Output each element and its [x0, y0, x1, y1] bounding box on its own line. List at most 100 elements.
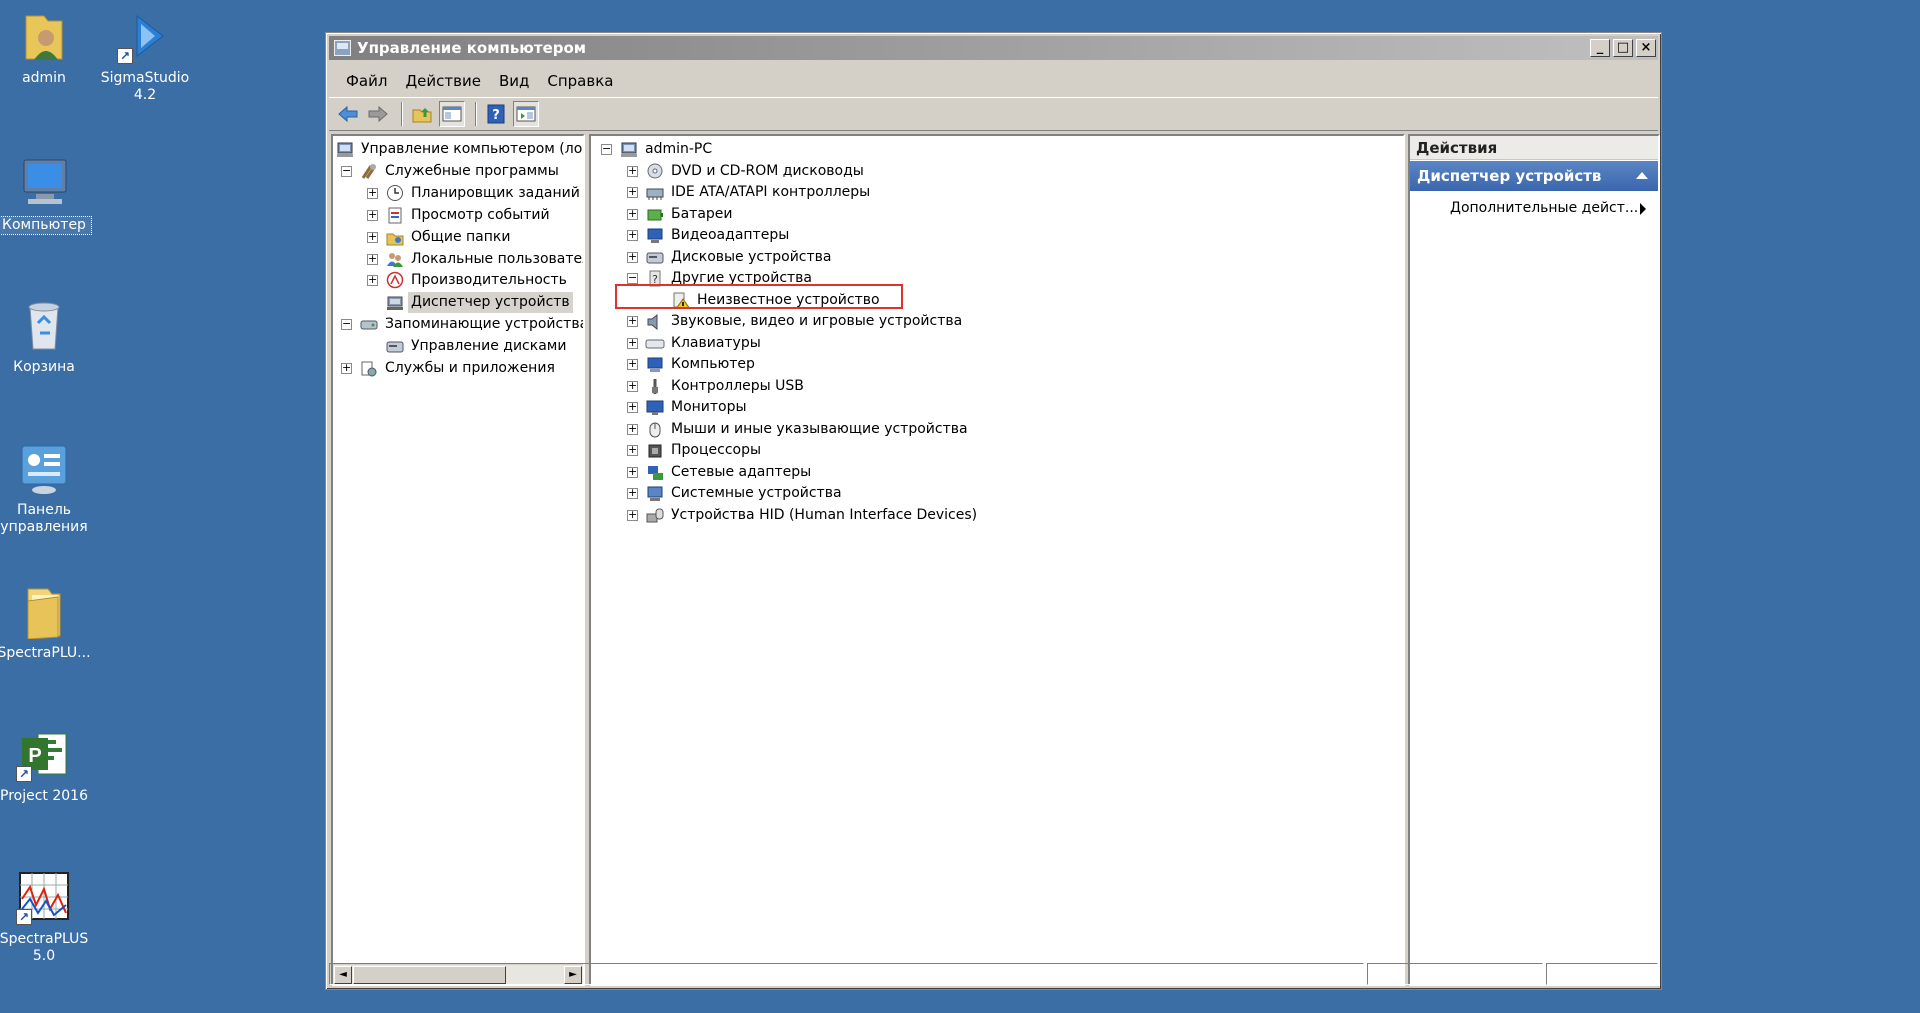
up-folder-icon: [412, 108, 432, 123]
user-folder-icon: [16, 8, 72, 64]
menu-file[interactable]: Файл: [337, 72, 396, 90]
svg-text:P: P: [28, 745, 41, 767]
actions-section-device-manager[interactable]: Диспетчер устройств: [1410, 161, 1658, 191]
device-label: Видеоадаптеры: [671, 227, 790, 243]
hid-icon: [645, 506, 665, 524]
show-hide-tree-icon: [442, 106, 462, 122]
device-label: Дисковые устройства: [671, 248, 832, 265]
actions-pane: Действия Диспетчер устройств Дополнитель…: [1408, 134, 1660, 986]
desktop-icon-computer[interactable]: Компьютер: [0, 154, 92, 235]
expand-icon[interactable]: +: [367, 253, 378, 265]
collapse-icon[interactable]: −: [601, 143, 612, 155]
desktop-icon-spectraplus-folder[interactable]: SpectraPLU...: [0, 583, 92, 662]
sound-icon: [645, 312, 665, 331]
system-icon: [645, 484, 665, 502]
expand-icon[interactable]: +: [367, 209, 378, 221]
desktop-icon-label: Корзина: [13, 359, 75, 375]
collapse-icon[interactable]: −: [341, 318, 352, 331]
minimize-button[interactable]: _: [1590, 39, 1610, 57]
unknown-icon: ?: [645, 269, 665, 287]
submenu-arrow-icon[interactable]: [1640, 203, 1646, 215]
more-actions-link[interactable]: Дополнительные дейст...: [1450, 198, 1638, 218]
desktop-icon-recycle-bin[interactable]: Корзина: [0, 297, 92, 376]
expand-icon[interactable]: +: [627, 229, 638, 241]
show-hide-action-pane-icon: [516, 106, 536, 122]
maximize-button[interactable]: □: [1613, 39, 1633, 57]
desktop-icon-project-2016[interactable]: P ↗ Project 2016: [0, 726, 92, 805]
collapse-icon[interactable]: −: [341, 165, 352, 177]
battery-icon: [645, 205, 665, 223]
cpu-icon: [645, 441, 665, 459]
monitor-icon: [645, 398, 665, 416]
tree-item-label: Управление компьютером (лока: [361, 141, 585, 157]
computer-icon: [645, 355, 665, 373]
device-manager-pane[interactable]: − admin-PC + DVD и CD-ROM дисководы + IDE ATA…: [589, 134, 1405, 986]
desktop-icon-spectraplus[interactable]: ↗ SpectraPLUS 5.0: [0, 869, 92, 965]
expand-icon[interactable]: +: [367, 274, 378, 287]
desktop-icon-label: admin: [22, 70, 66, 86]
expand-icon[interactable]: +: [627, 165, 638, 177]
menu-view[interactable]: Вид: [490, 72, 538, 90]
forward-button[interactable]: [365, 101, 391, 127]
root-icon: [335, 140, 355, 158]
console-tree-pane[interactable]: Управление компьютером (лока − Служебные п…: [331, 134, 585, 986]
services-icon: [359, 359, 379, 377]
show-hide-console-tree-button[interactable]: [439, 101, 465, 127]
expand-icon[interactable]: +: [367, 187, 378, 199]
help-button[interactable]: ?: [483, 101, 509, 127]
desktop-icon-label: SigmaStudio 4.2: [100, 70, 190, 103]
shared-icon: [385, 228, 405, 246]
expand-icon[interactable]: +: [627, 401, 638, 413]
folder-icon: [16, 583, 72, 640]
desktop-icon-sigmastudio[interactable]: ↗ SigmaStudio 4.2: [97, 8, 193, 104]
desktop-icon-label: Project 2016: [0, 788, 88, 804]
collapse-icon[interactable]: −: [627, 272, 638, 284]
device-label: Мониторы: [671, 399, 747, 415]
device-label: Устройства HID (Human Interface Devices): [671, 506, 978, 523]
expand-icon[interactable]: +: [627, 337, 638, 349]
expand-icon[interactable]: +: [627, 380, 638, 392]
desktop-icon-label: SpectraPLU...: [0, 645, 91, 661]
desktop-icon-admin[interactable]: admin: [0, 8, 92, 87]
expand-icon[interactable]: +: [627, 423, 638, 435]
back-button[interactable]: [335, 101, 361, 127]
video-icon: [645, 226, 665, 244]
title-bar[interactable]: Управление компьютером _ □ ×: [329, 36, 1658, 60]
expand-icon[interactable]: +: [341, 362, 352, 374]
expand-icon[interactable]: +: [627, 186, 638, 198]
expand-icon[interactable]: +: [627, 509, 638, 521]
tree-item-label: Управление дисками: [411, 338, 567, 355]
show-hide-action-pane-button[interactable]: [513, 101, 539, 127]
tools-icon: [359, 162, 379, 180]
status-cell-3: [1546, 963, 1658, 985]
ms-project-icon: P ↗: [16, 726, 72, 782]
forward-icon: [368, 105, 388, 123]
collapse-up-icon[interactable]: [1636, 172, 1648, 179]
tree-item-label: Планировщик заданий: [411, 184, 580, 201]
expand-icon[interactable]: +: [627, 466, 638, 478]
window-title: Управление компьютером: [357, 39, 587, 57]
expand-icon[interactable]: +: [367, 231, 378, 243]
help-icon: ?: [487, 104, 505, 124]
device-tree-root-label: admin-PC: [645, 141, 713, 157]
sigmastudio-icon: ↗: [117, 8, 173, 64]
desktop-icon-control-panel[interactable]: Панель управления: [0, 440, 92, 536]
expand-icon[interactable]: +: [627, 208, 638, 220]
expand-icon[interactable]: +: [627, 487, 638, 499]
keyboard-icon: [645, 334, 665, 352]
menu-action[interactable]: Действие: [396, 72, 490, 90]
device-label: Другие устройства: [671, 270, 812, 286]
expand-icon[interactable]: +: [627, 358, 638, 370]
expand-icon[interactable]: +: [627, 444, 638, 456]
expand-icon[interactable]: +: [627, 251, 638, 263]
tree-item-label: Производительность: [411, 272, 567, 289]
up-level-button[interactable]: [409, 101, 435, 127]
menu-help[interactable]: Справка: [538, 72, 622, 90]
desktop-icon-label: SpectraPLUS 5.0: [0, 931, 89, 964]
status-bar: [329, 962, 1658, 986]
device-label: Системные устройства: [671, 485, 842, 501]
expand-icon[interactable]: +: [627, 315, 638, 327]
toolbar: ?: [329, 97, 1658, 131]
tree-item-label: Службы и приложения: [385, 360, 555, 376]
close-button[interactable]: ×: [1636, 39, 1656, 57]
